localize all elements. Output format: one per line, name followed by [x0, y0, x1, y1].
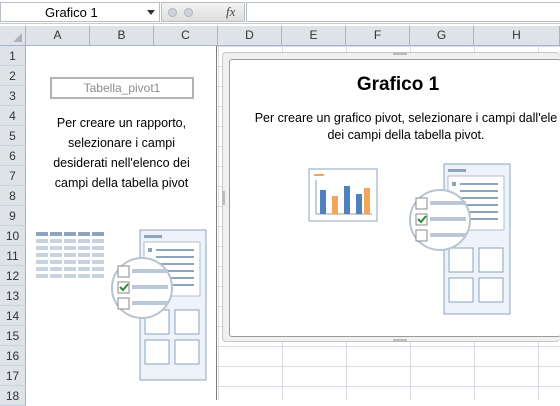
name-box-value: Grafico 1 — [45, 5, 98, 20]
select-all-icon — [13, 33, 22, 42]
cancel-icon[interactable] — [168, 8, 177, 17]
formula-input[interactable] — [246, 2, 560, 22]
pivot-instruction-line: desiderati nell'elenco dei — [53, 156, 190, 170]
name-box[interactable]: Grafico 1 — [0, 2, 160, 22]
row-header-12[interactable]: 12 — [0, 266, 26, 286]
column-header-d[interactable]: D — [218, 26, 282, 46]
row-header-10[interactable]: 10 — [0, 226, 26, 246]
chart-instructions: Per creare un grafico pivot, selezionare… — [236, 110, 560, 144]
resize-handle-bottom[interactable] — [393, 339, 407, 342]
field-list-illustration-icon — [36, 229, 207, 381]
row-header-11[interactable]: 11 — [0, 246, 26, 266]
pivot-instruction-line: selezionare i campi — [68, 136, 175, 150]
formula-controls: fx — [161, 2, 245, 22]
row-header-7[interactable]: 7 — [0, 166, 26, 186]
row-header-1[interactable]: 1 — [0, 46, 26, 66]
row-header-4[interactable]: 4 — [0, 106, 26, 126]
pivot-table-name: Tabella_pivot1 — [50, 77, 194, 99]
row-header-15[interactable]: 15 — [0, 326, 26, 346]
row-header-8[interactable]: 8 — [0, 186, 26, 206]
column-header-a[interactable]: A — [26, 26, 90, 46]
column-header-b[interactable]: B — [90, 26, 154, 46]
insert-function-icon[interactable]: fx — [226, 4, 235, 20]
column-header-h[interactable]: H — [474, 26, 560, 46]
row-header-13[interactable]: 13 — [0, 286, 26, 306]
chart-title[interactable]: Grafico 1 — [230, 74, 560, 96]
row-header-16[interactable]: 16 — [0, 346, 26, 366]
row-header-9[interactable]: 9 — [0, 206, 26, 226]
chart-instruction-line: dei campi della tabella pivot. — [327, 128, 485, 142]
pivot-instruction-line: Per creare un rapporto, — [56, 116, 187, 130]
row-header-5[interactable]: 5 — [0, 126, 26, 146]
formula-bar: Grafico 1 fx — [0, 0, 560, 24]
column-header-g[interactable]: G — [410, 26, 474, 46]
chevron-down-icon[interactable] — [147, 10, 155, 15]
row-header-3[interactable]: 3 — [0, 86, 26, 106]
row-header-18[interactable]: 18 — [0, 386, 26, 406]
row-header-17[interactable]: 17 — [0, 366, 26, 386]
column-header-f[interactable]: F — [346, 26, 410, 46]
column-header-c[interactable]: C — [154, 26, 218, 46]
select-all-button[interactable] — [0, 26, 26, 46]
resize-handle-left[interactable] — [222, 191, 225, 205]
chart-field-list-illustration-icon — [409, 163, 511, 315]
row-header-2[interactable]: 2 — [0, 66, 26, 86]
chart-instruction-line: Per creare un grafico pivot, selezionare… — [254, 111, 558, 125]
chart-thumbnail-icon — [308, 168, 378, 222]
chart-plot-area[interactable]: Grafico 1 Per creare un grafico pivot, s… — [229, 59, 560, 337]
row-header-14[interactable]: 14 — [0, 306, 26, 326]
row-header-6[interactable]: 6 — [0, 146, 26, 166]
pivot-instructions: Per creare un rapporto, selezionare i ca… — [26, 113, 217, 193]
pivot-instruction-line: campi della tabella pivot — [54, 176, 189, 190]
pivot-table-placeholder[interactable]: Tabella_pivot1 Per creare un rapporto, s… — [26, 46, 217, 400]
pivot-chart-object[interactable]: Grafico 1 Per creare un grafico pivot, s… — [222, 52, 560, 342]
resize-handle-top[interactable] — [393, 52, 407, 55]
confirm-icon[interactable] — [184, 8, 193, 17]
column-header-e[interactable]: E — [282, 26, 346, 46]
